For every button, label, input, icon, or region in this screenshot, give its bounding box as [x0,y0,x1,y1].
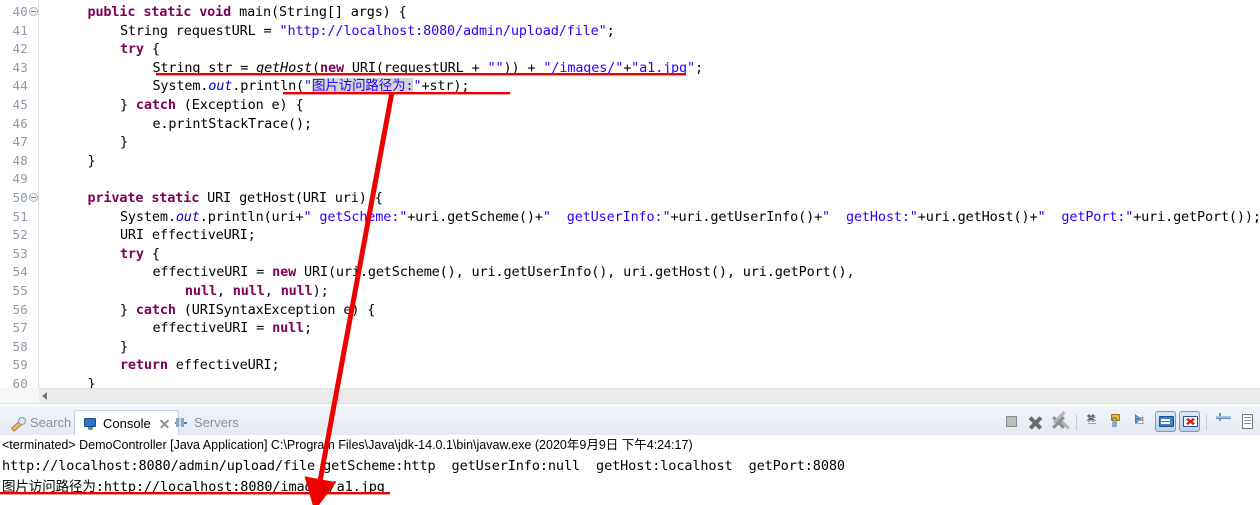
line-number: 49 [12,171,28,187]
code-line[interactable]: String requestURL = "http://localhost:80… [120,22,615,40]
code-line[interactable]: } [120,133,128,151]
code-line[interactable]: return effectiveURI; [120,356,280,374]
code-line[interactable]: } [120,338,128,356]
editor-scroll-corner [0,388,39,403]
clear-console-button[interactable] [1083,411,1104,432]
search-icon [10,415,26,430]
line-number: 47 [12,134,28,150]
view-tab-bar: Search Console Servers [0,408,1260,436]
editor-horizontal-scrollbar[interactable] [39,388,1260,404]
line-number: 53 [12,245,28,261]
console-status-line: <terminated> DemoController [Java Applic… [2,438,693,452]
code-line[interactable]: try { [120,40,160,58]
pin-console-button[interactable] [1237,411,1258,432]
line-number: 46 [12,115,28,131]
console-output-line-2: 图片访问路径为:http://localhost:8080/images/a1.… [2,479,385,495]
console-view: Search Console Servers <terminated> Demo… [0,408,1260,505]
code-line[interactable]: } [87,375,95,388]
word-wrap-button[interactable] [1131,411,1152,432]
java-code-editor[interactable]: 40 41 42 43 44 45 46 47 48 49 50 51 52 53 54 55 56 57 58 59… [0,0,1260,388]
fold-collapse-icon[interactable] [29,193,38,202]
toolbar-separator-2 [1206,413,1207,430]
line-number: 45 [12,97,28,112]
code-line[interactable]: System.out.println("图片访问路径为:"+str); [152,77,469,95]
show-console-on-error-button[interactable] [1179,411,1200,432]
line-number: 60 [12,376,28,388]
line-number: 56 [12,301,28,317]
code-line[interactable]: public static void main(String[] args) { [87,3,406,21]
console-monitor-icon [83,416,98,431]
code-line[interactable]: effectiveURI = null; [152,319,312,337]
line-number: 52 [12,227,28,243]
console-output-line-1: http://localhost:8080/admin/upload/file … [2,458,845,474]
line-number: 50 [12,190,28,205]
code-line[interactable]: e.printStackTrace(); [152,115,312,133]
line-number: 44 [12,78,28,94]
line-number: 40 [12,4,28,19]
line-number: 55 [12,283,28,298]
line-number: 57 [12,320,28,336]
open-console-button[interactable] [1213,411,1234,432]
code-line[interactable]: try { [120,245,160,263]
fold-collapse-icon[interactable] [29,7,38,16]
tab-servers[interactable]: Servers [166,410,247,435]
tab-search-label: Search [30,415,72,430]
show-console-on-output-button[interactable] [1155,411,1176,432]
servers-icon [174,415,189,430]
tab-search[interactable]: Search [2,410,79,435]
code-line[interactable]: effectiveURI = new URI(uri.getScheme(), … [152,263,854,281]
line-number: 54 [12,264,28,280]
editor-code-area[interactable]: public static void main(String[] args) {… [39,0,1260,388]
toolbar-separator [1076,413,1077,430]
line-number: 43 [12,59,28,75]
editor-line-number-gutter: 40 41 42 43 44 45 46 47 48 49 50 51 52 53 54 55 56 57 58 59… [0,0,39,388]
code-line[interactable]: } [87,152,95,170]
line-number: 48 [12,152,28,168]
tab-console[interactable]: Console [74,410,179,435]
scroll-left-arrow-icon[interactable] [42,392,47,400]
remove-launch-button[interactable] [1025,411,1046,432]
line-number: 42 [12,41,28,57]
line-number: 51 [12,208,28,224]
terminate-button[interactable] [1001,411,1022,432]
remove-all-terminated-button[interactable] [1049,411,1070,432]
code-line[interactable]: null, null, null); [185,282,329,300]
code-line[interactable]: } catch (URISyntaxException e) { [120,301,375,319]
line-number: 41 [12,22,28,38]
tab-servers-label: Servers [194,415,239,430]
scroll-lock-button[interactable] [1107,411,1128,432]
code-line[interactable]: private static URI getHost(URI uri) { [87,189,382,207]
console-output-area[interactable]: <terminated> DemoController [Java Applic… [0,435,1260,505]
code-line[interactable]: } catch (Exception e) { [120,96,304,114]
console-toolbar [1001,409,1260,434]
code-line[interactable]: String str = getHost(new URI(requestURL … [152,59,703,77]
code-line[interactable]: System.out.println(uri+" getScheme:"+uri… [120,208,1260,226]
code-line[interactable]: URI effectiveURI; [120,226,256,244]
tab-console-label: Console [103,415,151,431]
line-number: 59 [12,357,28,373]
line-number: 58 [12,338,28,354]
